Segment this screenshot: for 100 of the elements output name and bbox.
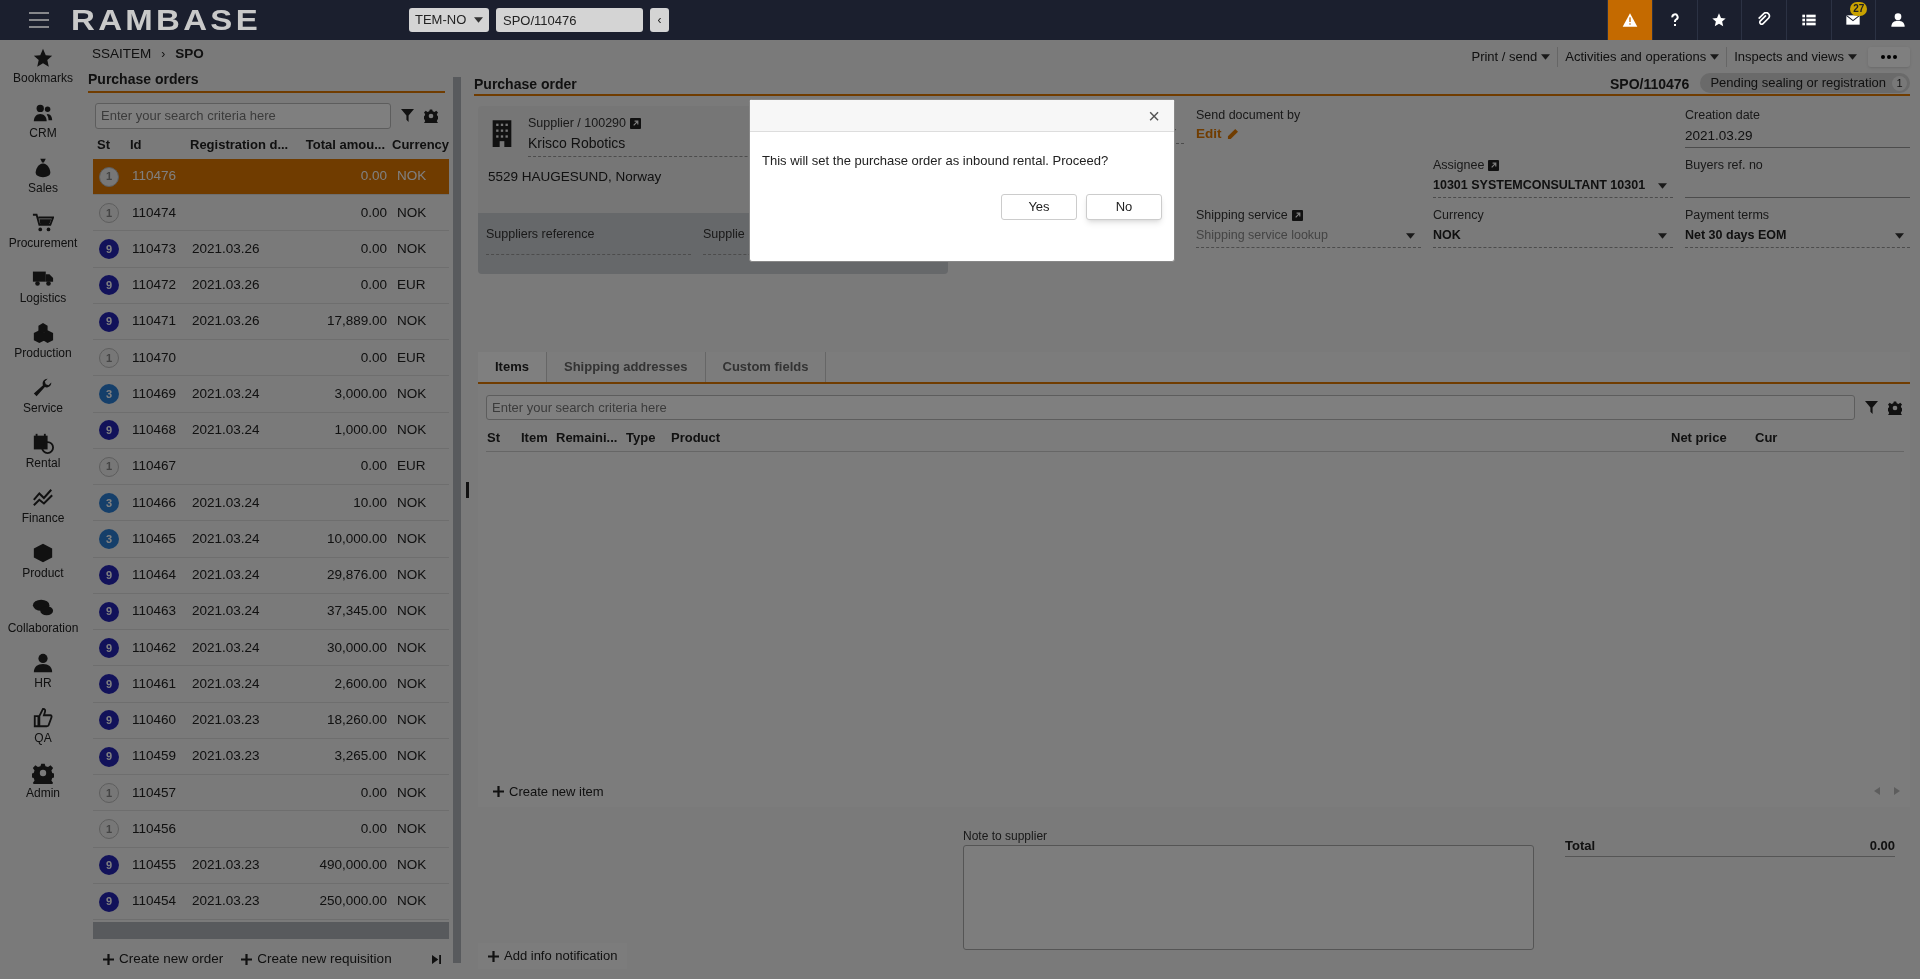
mail-button[interactable]: 27 [1830, 0, 1876, 40]
company-select[interactable]: TEM-NO [409, 8, 489, 32]
sidebar-item[interactable]: QA [0, 706, 86, 761]
breadcrumb-item[interactable]: SSAITEM [92, 44, 152, 65]
table-cell: 2021.03.24 [192, 530, 260, 546]
column-header[interactable]: Cur [1755, 427, 1815, 447]
table-row[interactable]: 9 110455 2021.03.23 490,000.00 NOK [93, 847, 449, 884]
column-header[interactable]: Type [626, 427, 671, 447]
sidebar-item[interactable]: Service [0, 376, 86, 431]
field-label: Creation date [1685, 106, 1761, 124]
column-header[interactable]: St [487, 427, 521, 447]
tab[interactable]: Shipping addresses [546, 352, 706, 382]
table-row[interactable]: 3 110466 2021.03.24 10.00 NOK [93, 485, 449, 522]
sidebar-item[interactable]: HR [0, 651, 86, 706]
table-row[interactable]: 9 110454 2021.03.23 250,000.00 NOK [93, 883, 449, 921]
table-cell-text: 3,000.00 [333, 384, 387, 403]
status-badge: 9 [99, 746, 119, 767]
collapse-button[interactable]: ‹ [650, 8, 669, 32]
caret-icon [474, 17, 483, 23]
sidebar-item[interactable]: Collaboration [0, 596, 86, 651]
sidebar-item[interactable]: Logistics [0, 266, 86, 321]
search-field[interactable]: Enter your search criteria here [486, 395, 1855, 420]
table-row[interactable]: 9 110462 2021.03.24 30,000.00 NOK [93, 630, 449, 667]
table-cell: 2021.03.23 [192, 857, 260, 873]
status-badge: 9 [99, 674, 119, 695]
table-row[interactable]: 3 110469 2021.03.24 3,000.00 NOK [93, 376, 449, 413]
table-cell-text: NOK [396, 566, 427, 585]
sidebar-item[interactable]: Procurement [0, 211, 86, 266]
date-field[interactable]: 2021.03.29 [1685, 124, 1910, 148]
table-row[interactable]: 3 110465 2021.03.24 10,000.00 NOK [93, 521, 449, 558]
sidebar-item[interactable]: Bookmarks [0, 46, 86, 101]
dropdown-button[interactable]: Print / send [1464, 47, 1558, 67]
sidebar-item[interactable]: Product [0, 541, 86, 596]
sidebar-item[interactable]: Rental [0, 431, 86, 486]
table-cell: 2021.03.24 [192, 675, 260, 691]
cube-icon [32, 542, 54, 564]
column-header[interactable]: Id [130, 135, 190, 155]
status-badge: 9 [99, 311, 119, 332]
dropdown-button[interactable]: Activities and operations [1557, 47, 1727, 67]
calendar-icon [32, 432, 54, 454]
sidebar-item[interactable]: Finance [0, 486, 86, 541]
table-cell: 2021.03.23 [192, 712, 260, 728]
tab[interactable]: Custom fields [705, 352, 827, 382]
breadcrumb-item[interactable]: SPO [175, 44, 204, 65]
status-badge: 9 [99, 275, 119, 296]
sidebar-item[interactable]: Sales [0, 156, 86, 211]
note-field[interactable] [963, 845, 1534, 950]
splitter-handle[interactable] [465, 481, 469, 498]
create-button[interactable]: Create new item [493, 781, 604, 801]
table-cell-text: NOK [396, 892, 427, 911]
warning-button[interactable] [1607, 0, 1652, 40]
filter-icon[interactable] [1865, 401, 1878, 414]
dropdown-field[interactable]: NOK [1433, 224, 1673, 248]
scrollbar[interactable] [93, 922, 449, 940]
sidebar-item[interactable]: CRM [0, 101, 86, 156]
column-header[interactable]: Item [521, 427, 556, 447]
more-button[interactable] [1868, 47, 1910, 67]
filter-icon[interactable] [401, 109, 414, 123]
dropdown-button[interactable]: Inspects and views [1726, 47, 1864, 67]
search-field[interactable]: Enter your search criteria here [95, 102, 391, 129]
close-button[interactable]: × [1148, 105, 1160, 126]
table-cell-text: 10.00 [352, 493, 387, 512]
column-header[interactable]: Remaini... [556, 427, 626, 447]
dropdown-field[interactable]: 10301 SYSTEMCONSULTANT 10301 [1433, 174, 1673, 198]
table-row[interactable]: 9 110472 2021.03.26 0.00 EUR [93, 267, 449, 304]
column-header[interactable]: Total amou... [290, 135, 385, 155]
column-header[interactable]: St [97, 135, 130, 155]
column-header[interactable]: Net price [1671, 427, 1755, 447]
caret-icon [1895, 232, 1904, 239]
column-header[interactable]: Registration d... [190, 135, 290, 155]
table-row[interactable]: 9 110471 2021.03.26 17,889.00 NOK [93, 303, 449, 341]
document-field[interactable]: SPO/110476 [496, 8, 643, 32]
table-cell-text: 2,600.00 [333, 674, 387, 693]
table-row[interactable]: 9 110473 2021.03.26 0.00 NOK [93, 231, 449, 268]
table-row[interactable]: 9 110464 2021.03.24 29,876.00 NOK [93, 557, 449, 594]
caret-icon [1848, 54, 1857, 60]
confirm-button[interactable]: Yes [1001, 193, 1077, 220]
create-button[interactable]: Create new requisition [241, 949, 392, 970]
status-badge: 9 [99, 710, 119, 731]
scrollbar[interactable] [453, 77, 461, 963]
settings-icon[interactable] [424, 108, 438, 123]
dropdown-field[interactable]: Net 30 days EOM [1685, 224, 1910, 248]
table-cell-text: 37,345.00 [325, 602, 387, 621]
create-button[interactable]: Create new order [103, 949, 224, 970]
table-row[interactable]: 9 110459 2021.03.23 3,265.00 NOK [93, 738, 449, 776]
skip-end-icon[interactable] [432, 954, 441, 964]
sidebar-item[interactable]: Production [0, 321, 86, 376]
table-cell: 2021.03.24 [192, 603, 260, 619]
column-header[interactable]: Product [671, 427, 1671, 447]
caret-icon [1710, 54, 1720, 60]
breadcrumb-separator: › [161, 46, 166, 64]
table-row[interactable]: 9 110468 2021.03.24 1,000.00 NOK [93, 412, 449, 449]
column-header[interactable]: Currency [385, 135, 452, 155]
table-cell-text: 110471 [132, 312, 178, 331]
table-row[interactable]: 9 110463 2021.03.24 37,345.00 NOK [93, 593, 449, 631]
cancel-button[interactable]: No [1086, 193, 1162, 220]
table-row[interactable]: 9 110461 2021.03.24 2,600.00 NOK [93, 666, 449, 703]
table-row[interactable]: 9 110460 2021.03.23 18,260.00 NOK [93, 702, 449, 739]
settings-icon[interactable] [1888, 400, 1902, 415]
sidebar-item[interactable]: Admin [0, 761, 86, 816]
